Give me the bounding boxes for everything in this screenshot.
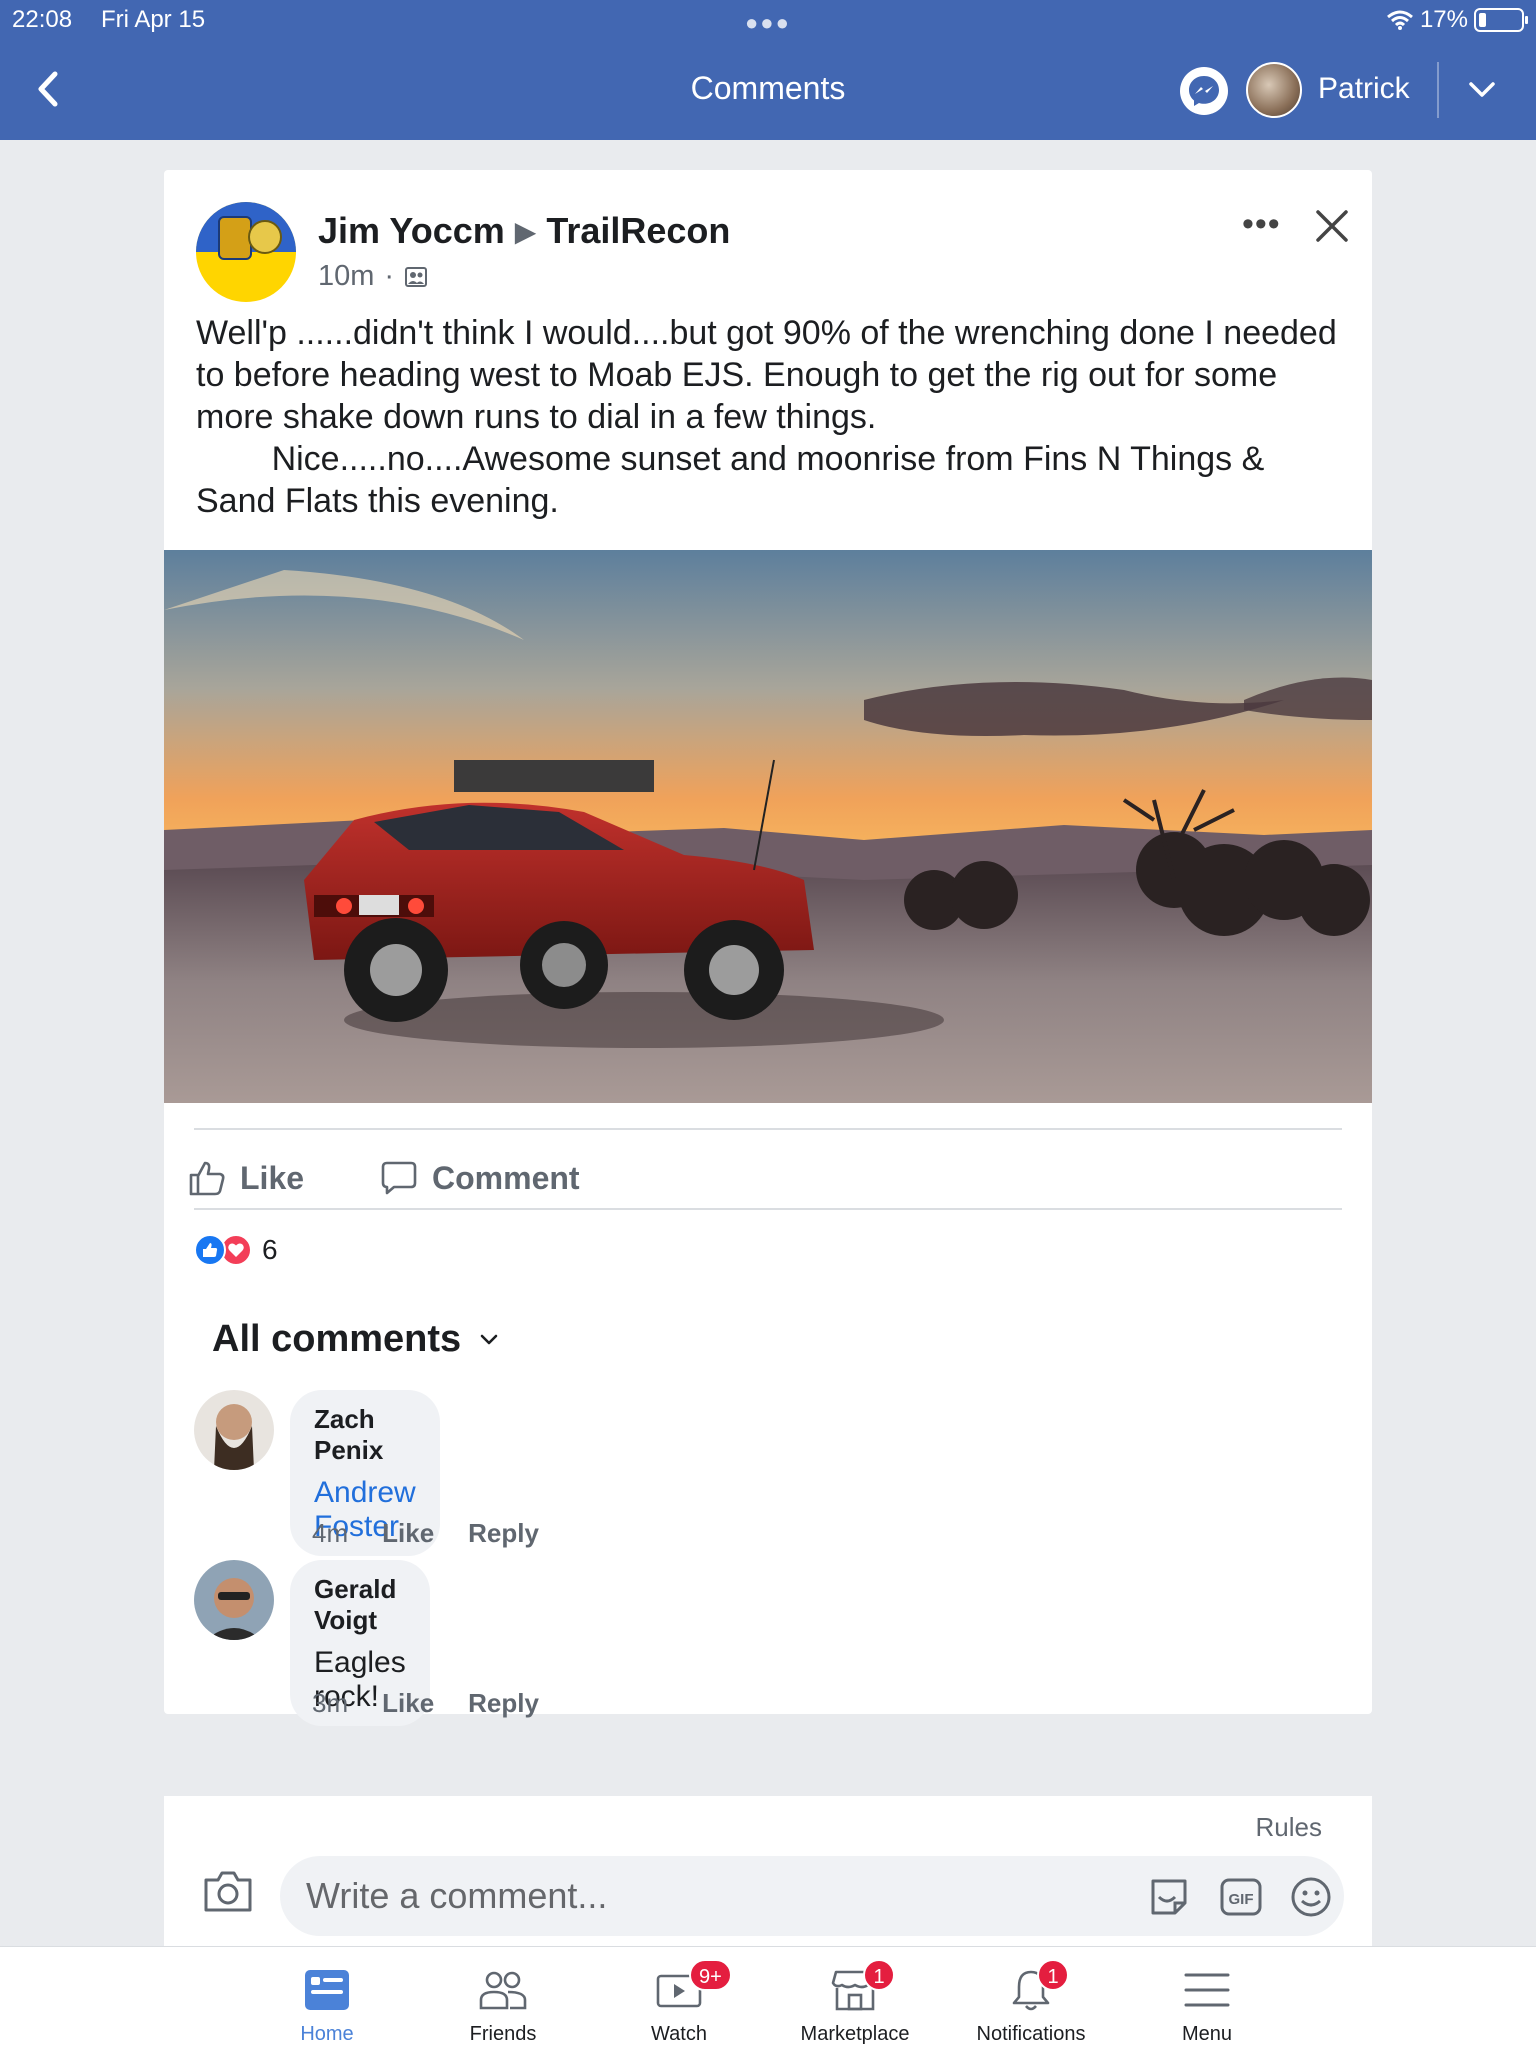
comment-label: Comment <box>432 1159 580 1196</box>
comment-actions: 4m Like Reply <box>312 1518 539 1549</box>
tab-label: Home <box>300 2023 354 2045</box>
comment-reply-button[interactable]: Reply <box>468 1518 539 1549</box>
divider <box>1437 62 1439 118</box>
marketplace-badge: 1 <box>863 1959 895 1991</box>
messenger-button[interactable] <box>1180 67 1228 115</box>
reaction-count: 6 <box>262 1234 278 1265</box>
like-button[interactable]: Like <box>188 1148 304 1208</box>
top-navigation-bar: 22:08 Fri Apr 15 ●●● 17% Comments Patric… <box>0 0 1536 140</box>
comment-input-container: GIF <box>280 1856 1344 1936</box>
group-name[interactable]: TrailRecon <box>546 210 730 252</box>
commenter-name[interactable]: Zach Penix <box>314 1404 416 1466</box>
wifi-icon <box>1386 10 1413 30</box>
post-author-line: Jim Yoccm ▶ TrailRecon <box>318 210 730 252</box>
comment-actions: 3m Like Reply <box>312 1688 539 1719</box>
thumbs-up-icon <box>189 1161 225 1196</box>
gif-icon: GIF <box>1220 1878 1262 1916</box>
status-date: Fri Apr 15 <box>101 6 206 33</box>
battery-percent: 17% <box>1419 6 1468 33</box>
emoji-icon <box>1291 1877 1331 1917</box>
tab-label: Marketplace <box>800 2023 910 2045</box>
comment-time: 3m <box>312 1688 349 1718</box>
close-button[interactable] <box>1312 206 1352 246</box>
emoji-button[interactable] <box>1288 1874 1334 1920</box>
like-reaction-icon <box>194 1234 226 1266</box>
comment-input[interactable] <box>306 1856 1066 1936</box>
status-time: 22:08 <box>12 6 73 33</box>
tab-home[interactable]: Home <box>239 1965 415 2048</box>
comment-time: 4m <box>312 1518 349 1548</box>
back-button[interactable] <box>28 66 68 112</box>
tab-notifications[interactable]: 1 Notifications <box>943 1959 1119 2048</box>
comment-reply-button[interactable]: Reply <box>468 1688 539 1719</box>
post-card: Jim Yoccm ▶ TrailRecon 10m · ••• Well'p … <box>164 170 1372 1726</box>
gif-button[interactable]: GIF <box>1218 1874 1264 1920</box>
tab-label: Friends <box>469 2023 537 2045</box>
tab-label: Menu <box>1181 2023 1233 2045</box>
tab-label: Watch <box>651 2023 707 2045</box>
page-title: Comments <box>690 70 846 106</box>
like-label: Like <box>240 1159 305 1196</box>
chevron-down-icon <box>1469 82 1495 97</box>
divider <box>194 1128 1342 1130</box>
account-menu-button[interactable] <box>1464 72 1500 108</box>
close-icon <box>1316 210 1348 242</box>
multitasking-dots-icon[interactable]: ●●● <box>745 10 791 36</box>
post-time[interactable]: 10m <box>318 260 374 293</box>
tab-menu[interactable]: Menu <box>1119 1965 1295 2048</box>
svg-text:GIF: GIF <box>1229 1891 1254 1908</box>
sticker-button[interactable] <box>1146 1874 1192 1920</box>
comment-filter-dropdown[interactable]: All comments <box>212 1318 499 1361</box>
friends-icon <box>479 1971 527 2010</box>
battery-icon <box>1474 8 1528 32</box>
tab-watch[interactable]: 9+ Watch <box>591 1959 767 2048</box>
commenter-avatar[interactable] <box>194 1390 274 1470</box>
comments-header: All comments <box>212 1318 462 1360</box>
sticker-icon <box>1151 1879 1187 1915</box>
back-chevron-icon <box>38 71 58 107</box>
divider <box>194 1208 1342 1210</box>
right-triangle-icon: ▶ <box>514 215 537 247</box>
post-text: Well'p ......didn't think I would....but… <box>196 314 1337 520</box>
commenter-name[interactable]: Gerald Voigt <box>314 1574 406 1636</box>
menu-icon <box>1184 1973 1230 2007</box>
bottom-tab-bar: Home Friends 9+ Watch 1 Marketplace 1 No… <box>0 1946 1536 2048</box>
notifications-badge: 1 <box>1037 1959 1069 1991</box>
tab-friends[interactable]: Friends <box>415 1965 591 2048</box>
sunset-car-photo <box>164 550 1372 1103</box>
user-name[interactable]: Patrick <box>1318 72 1410 106</box>
reactions-summary[interactable]: 6 <box>194 1234 278 1266</box>
comment-composer: Rules GIF <box>164 1796 1372 1946</box>
comment-like-button[interactable]: Like <box>382 1518 434 1549</box>
messenger-icon <box>1189 76 1219 106</box>
comment-button[interactable]: Comment <box>380 1148 580 1208</box>
camera-icon <box>204 1871 252 1912</box>
rules-link[interactable]: Rules <box>1256 1812 1322 1843</box>
camera-button[interactable] <box>202 1868 254 1914</box>
post-photo[interactable] <box>164 550 1372 1103</box>
status-indicators: 17% <box>1386 6 1528 34</box>
user-avatar[interactable] <box>1246 62 1302 118</box>
home-icon <box>305 1970 349 2010</box>
snake-emblem <box>248 220 282 254</box>
trident-emblem <box>218 216 252 260</box>
comment-like-button[interactable]: Like <box>382 1688 434 1719</box>
post-meta: 10m · <box>318 260 428 293</box>
group-audience-icon <box>405 266 428 287</box>
tab-marketplace[interactable]: 1 Marketplace <box>767 1959 943 2048</box>
comment-icon <box>381 1161 417 1195</box>
chevron-down-icon <box>480 1334 498 1344</box>
watch-badge: 9+ <box>689 1959 732 1991</box>
author-name[interactable]: Jim Yoccm <box>318 210 505 252</box>
more-options-icon[interactable]: ••• <box>1242 207 1281 241</box>
author-avatar[interactable] <box>196 202 296 302</box>
meta-separator: · <box>384 260 395 292</box>
tab-label: Notifications <box>976 2023 1086 2045</box>
commenter-avatar[interactable] <box>194 1560 274 1640</box>
